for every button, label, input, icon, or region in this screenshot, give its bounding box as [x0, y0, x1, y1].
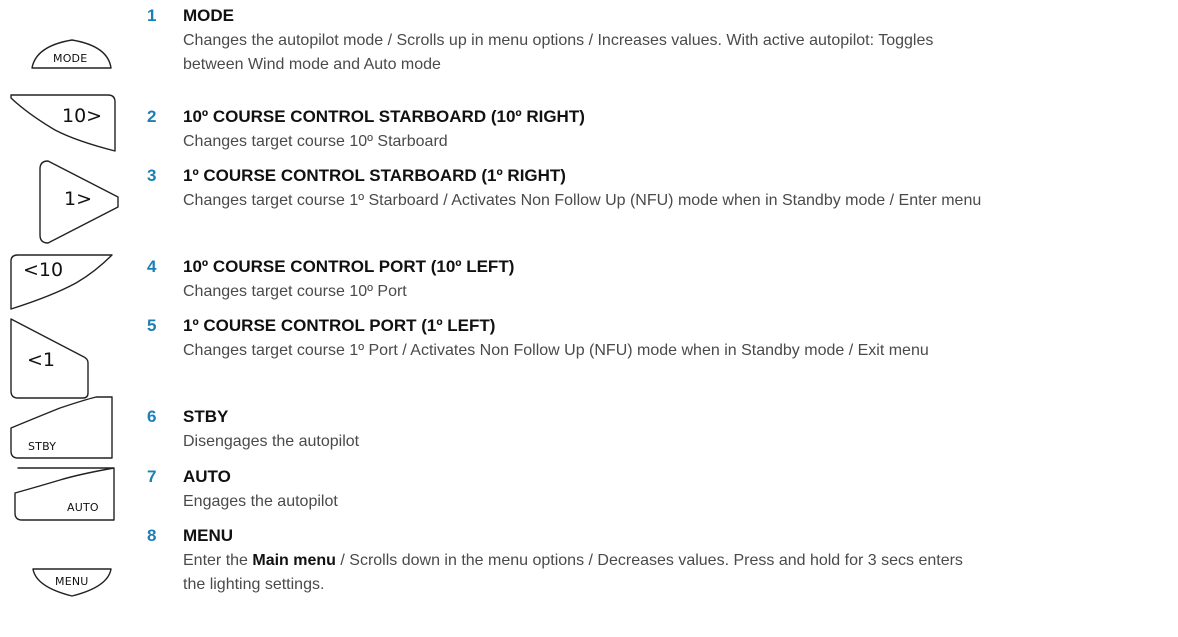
description-text-pre: Enter the [183, 552, 253, 569]
item-description: Changes target course 1º Port / Activate… [183, 342, 929, 359]
item-description: Enter the Main menu / Scrolls down in th… [183, 549, 983, 597]
item-number: 8 [147, 526, 157, 545]
key-description-list: 1 MODE Changes the autopilot mode / Scro… [0, 0, 1178, 637]
item-description: Engages the autopilot [183, 493, 338, 510]
item-title: 10º COURSE CONTROL STARBOARD (10º RIGHT) [183, 107, 585, 126]
item-title: STBY [183, 407, 229, 426]
item-number: 7 [147, 467, 157, 486]
item-title: AUTO [183, 467, 231, 486]
item-number: 3 [147, 166, 157, 185]
item-title: MODE [183, 6, 234, 25]
item-number: 1 [147, 6, 157, 25]
item-description: Changes target course 10º Port [183, 283, 407, 300]
item-title: 1º COURSE CONTROL STARBOARD (1º RIGHT) [183, 166, 566, 185]
item-number: 5 [147, 316, 157, 335]
item-title: 10º COURSE CONTROL PORT (10º LEFT) [183, 257, 515, 276]
main-menu-term: Main menu [252, 552, 336, 569]
item-title: 1º COURSE CONTROL PORT (1º LEFT) [183, 316, 496, 335]
item-number: 4 [147, 257, 157, 276]
item-description: Disengages the autopilot [183, 433, 360, 450]
item-description: Changes target course 1º Starboard / Act… [183, 192, 982, 209]
item-number: 6 [147, 407, 157, 426]
item-description: Changes the autopilot mode / Scrolls up … [183, 32, 934, 73]
item-description: Changes target course 10º Starboard [183, 133, 448, 150]
item-number: 2 [147, 107, 157, 126]
item-title: MENU [183, 526, 234, 545]
